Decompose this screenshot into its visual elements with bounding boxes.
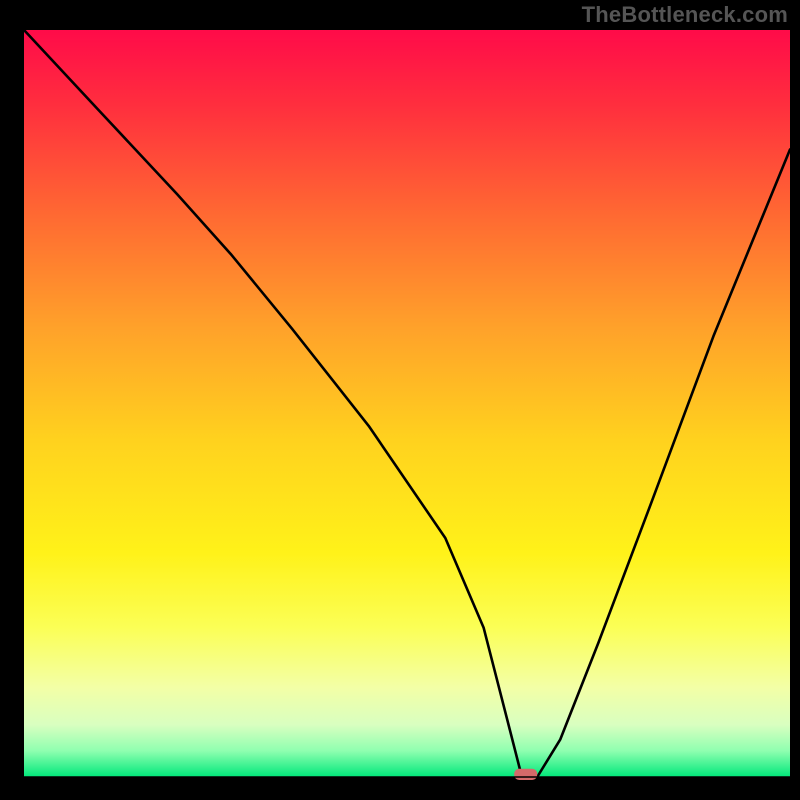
chart-svg [0,0,800,800]
plot-background [24,30,790,777]
watermark-text: TheBottleneck.com [582,2,788,28]
chart-container: { "watermark": "TheBottleneck.com", "cha… [0,0,800,800]
bottleneck-marker [514,769,537,780]
